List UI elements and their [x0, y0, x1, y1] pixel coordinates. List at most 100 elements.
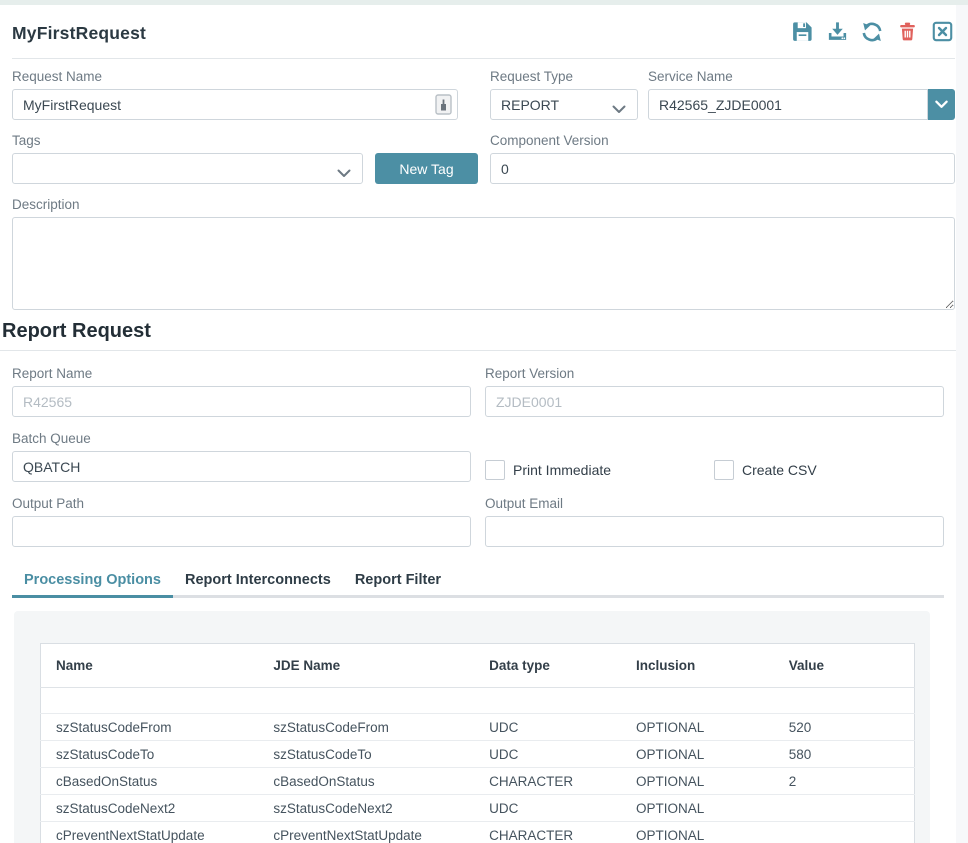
- cell-jde-name: szStatusCodeTo: [258, 741, 474, 768]
- save-icon: [791, 20, 814, 46]
- processing-options-panel: Name JDE Name Data type Inclusion Value …: [14, 611, 930, 843]
- cell-jde-name: szStatusCodeNext2: [258, 795, 474, 822]
- request-name-label: Request Name: [12, 69, 458, 85]
- tab-report-filter[interactable]: Report Filter: [343, 566, 453, 598]
- close-icon: [931, 20, 954, 46]
- service-name-label: Service Name: [648, 69, 955, 85]
- component-version-input[interactable]: [490, 153, 955, 184]
- table-header-row: Name JDE Name Data type Inclusion Value: [41, 644, 915, 688]
- output-email-input[interactable]: [485, 516, 944, 547]
- description-textarea[interactable]: [12, 217, 955, 310]
- description-field: Description: [12, 197, 955, 310]
- table-row[interactable]: cBasedOnStatuscBasedOnStatusCHARACTEROPT…: [41, 768, 915, 795]
- component-version-field: Component Version: [490, 133, 955, 184]
- cell-data-type: UDC: [474, 741, 621, 768]
- new-tag-button[interactable]: New Tag: [375, 153, 478, 184]
- cell-data-type: UDC: [474, 795, 621, 822]
- cell-inclusion: OPTIONAL: [621, 768, 774, 795]
- report-name-field: Report Name: [12, 366, 471, 417]
- refresh-icon: [860, 20, 884, 47]
- create-csv-checkbox[interactable]: [714, 460, 734, 480]
- cell-inclusion: OPTIONAL: [621, 822, 774, 843]
- col-header-value: Value: [774, 644, 915, 688]
- tags-label: Tags: [12, 133, 363, 149]
- output-path-input[interactable]: [12, 516, 471, 547]
- header-divider: [12, 58, 955, 59]
- download-icon: [826, 20, 849, 46]
- col-header-data-type: Data type: [474, 644, 621, 688]
- request-editor-card: MyFirstRequest: [0, 5, 956, 843]
- page-title: MyFirstRequest: [12, 23, 146, 44]
- batch-queue-field: Batch Queue: [12, 431, 471, 482]
- close-button[interactable]: [930, 21, 954, 45]
- cell-value: 2: [774, 768, 915, 795]
- report-request-divider: [0, 350, 956, 351]
- chevron-down-icon: [337, 165, 351, 181]
- service-name-dropdown-button[interactable]: [928, 89, 955, 120]
- cell-name: cBasedOnStatus: [41, 768, 259, 795]
- header: MyFirstRequest: [12, 13, 955, 58]
- table-row[interactable]: szStatusCodeFromszStatusCodeFromUDCOPTIO…: [41, 714, 915, 741]
- output-path-field: Output Path: [12, 496, 471, 547]
- print-immediate-label: Print Immediate: [513, 462, 611, 478]
- cell-jde-name: cBasedOnStatus: [258, 768, 474, 795]
- delete-button[interactable]: [895, 21, 919, 45]
- tags-select[interactable]: [12, 153, 363, 184]
- col-header-name: Name: [41, 644, 259, 688]
- print-immediate-checkbox[interactable]: [485, 460, 505, 480]
- report-request-heading: Report Request: [2, 319, 955, 343]
- output-email-label: Output Email: [485, 496, 944, 512]
- report-version-input: [485, 386, 944, 417]
- description-label: Description: [12, 197, 955, 213]
- create-csv-label: Create CSV: [742, 462, 817, 478]
- cell-data-type: CHARACTER: [474, 822, 621, 843]
- toolbar: [790, 21, 954, 45]
- table-row[interactable]: szStatusCodeToszStatusCodeToUDCOPTIONAL5…: [41, 741, 915, 768]
- cell-value: 580: [774, 741, 915, 768]
- request-name-field: Request Name: [12, 69, 458, 120]
- tab-report-interconnects[interactable]: Report Interconnects: [173, 566, 343, 598]
- batch-queue-label: Batch Queue: [12, 431, 471, 447]
- save-button[interactable]: [790, 21, 814, 45]
- cell-value: [774, 822, 915, 843]
- request-type-value: REPORT: [501, 97, 559, 113]
- batch-queue-input[interactable]: [12, 451, 471, 482]
- refresh-button[interactable]: [860, 21, 884, 45]
- cell-jde-name: szStatusCodeFrom: [258, 714, 474, 741]
- cell-value: [774, 795, 915, 822]
- report-version-label: Report Version: [485, 366, 944, 382]
- download-button[interactable]: [825, 21, 849, 45]
- service-name-field: Service Name: [648, 69, 955, 120]
- cell-inclusion: OPTIONAL: [621, 714, 774, 741]
- checkbox-row: Print Immediate Create CSV: [485, 457, 944, 482]
- new-tag-field: New Tag: [375, 133, 478, 184]
- cell-data-type: CHARACTER: [474, 768, 621, 795]
- tags-field: Tags: [12, 133, 363, 184]
- text-entry-icon: [435, 94, 452, 120]
- cell-value: 520: [774, 714, 915, 741]
- cell-name: szStatusCodeFrom: [41, 714, 259, 741]
- cell-data-type: UDC: [474, 714, 621, 741]
- chevron-down-icon: [612, 101, 626, 117]
- request-type-label: Request Type: [490, 69, 638, 85]
- request-name-input[interactable]: [12, 89, 458, 120]
- output-email-field: Output Email: [485, 496, 944, 547]
- tab-bar: Processing Options Report Interconnects …: [12, 566, 944, 598]
- request-type-field: Request Type REPORT: [490, 69, 638, 120]
- table-row[interactable]: cPreventNextStatUpdatecPreventNextStatUp…: [41, 822, 915, 843]
- cell-name: szStatusCodeTo: [41, 741, 259, 768]
- tab-processing-options[interactable]: Processing Options: [12, 566, 173, 598]
- table-row[interactable]: szStatusCodeNext2szStatusCodeNext2UDCOPT…: [41, 795, 915, 822]
- table-empty-row: [41, 688, 915, 714]
- create-csv-field: Create CSV: [714, 460, 817, 480]
- delete-icon: [897, 20, 918, 46]
- print-immediate-field: Print Immediate: [485, 460, 714, 480]
- cell-inclusion: OPTIONAL: [621, 795, 774, 822]
- report-name-label: Report Name: [12, 366, 471, 382]
- service-name-input[interactable]: [648, 89, 928, 120]
- cell-name: szStatusCodeNext2: [41, 795, 259, 822]
- report-version-field: Report Version: [485, 366, 944, 417]
- po-table-body: szStatusCodeFromszStatusCodeFromUDCOPTIO…: [41, 688, 915, 843]
- component-version-label: Component Version: [490, 133, 955, 149]
- request-type-select[interactable]: REPORT: [490, 89, 638, 120]
